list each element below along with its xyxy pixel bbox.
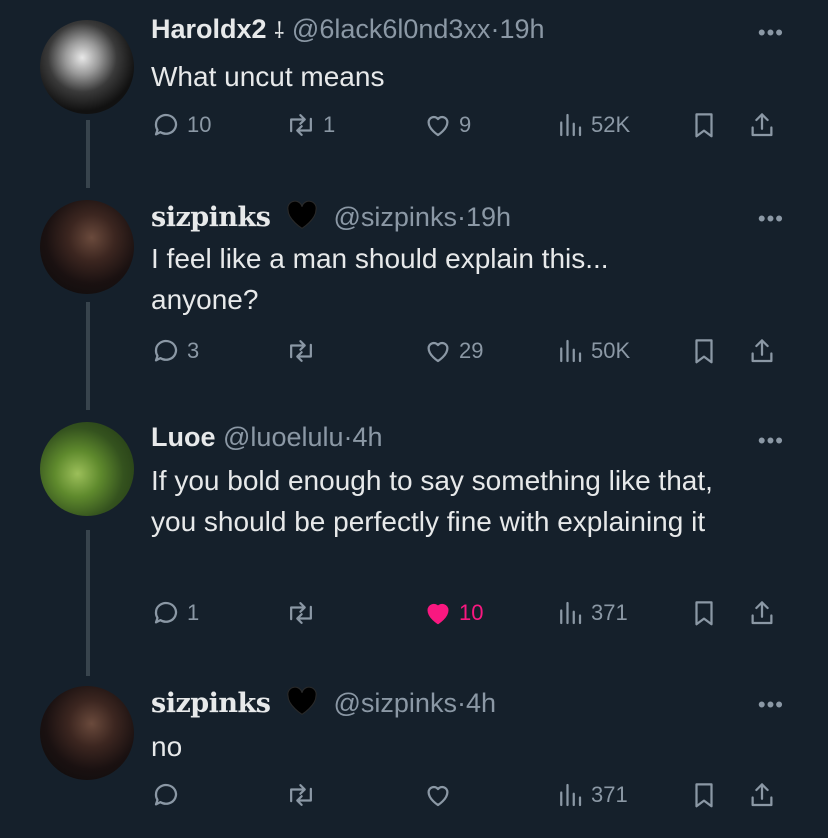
- views-icon: [560, 113, 582, 137]
- black-heart-icon: [287, 686, 317, 715]
- tweet-header: sizpinks @sizpinks·4h: [151, 686, 496, 719]
- views-count: 371: [591, 600, 628, 625]
- heart-icon: [427, 341, 449, 363]
- retweet-button[interactable]: 1: [285, 110, 335, 140]
- more-icon[interactable]: •••: [758, 20, 784, 46]
- timestamp[interactable]: 4h: [353, 422, 383, 452]
- share-icon: [751, 601, 773, 625]
- avatar[interactable]: [40, 20, 134, 114]
- tweet-text: What uncut means: [151, 61, 385, 92]
- display-name[interactable]: sizpinks: [151, 202, 271, 233]
- avatar[interactable]: [40, 422, 134, 516]
- retweet-button[interactable]: [285, 598, 317, 628]
- reply-count: 3: [187, 338, 200, 363]
- tweet-header: Luoe @luoelulu·4h: [151, 422, 383, 452]
- tweet-header: sizpinks @sizpinks·19h: [151, 200, 512, 233]
- tweet[interactable]: Haroldx2 ⸸ @6lack6l0nd3xx·19h ••• What u…: [0, 0, 828, 180]
- bookmark-button[interactable]: [689, 336, 719, 366]
- avatar[interactable]: [40, 686, 134, 780]
- views-icon: [560, 601, 582, 625]
- views-button[interactable]: 371: [555, 598, 628, 628]
- like-button[interactable]: 10: [423, 598, 483, 628]
- share-icon: [751, 113, 773, 137]
- timestamp[interactable]: 19h: [499, 14, 544, 44]
- display-name[interactable]: Haroldx2: [151, 14, 267, 44]
- user-handle[interactable]: @luoelulu: [223, 422, 344, 452]
- tweet-text: I feel like a man should explain this...…: [151, 243, 609, 315]
- like-button[interactable]: [423, 780, 453, 810]
- timestamp[interactable]: 4h: [466, 688, 496, 718]
- like-count: 9: [459, 112, 472, 137]
- like-count: 29: [459, 338, 484, 363]
- bookmark-icon: [695, 113, 713, 138]
- heart-icon: [427, 603, 449, 625]
- user-handle[interactable]: @sizpinks: [334, 688, 457, 718]
- display-name[interactable]: sizpinks: [151, 688, 271, 719]
- user-handle[interactable]: @sizpinks: [334, 202, 457, 232]
- reply-button[interactable]: 1: [151, 598, 199, 628]
- views-button[interactable]: 50K: [555, 336, 630, 366]
- bookmark-button[interactable]: [689, 780, 719, 810]
- tweet-text: no: [151, 731, 183, 762]
- retweet-button[interactable]: [285, 336, 317, 366]
- retweet-icon: [290, 114, 312, 136]
- views-count: 371: [591, 782, 628, 807]
- reply-count: 1: [187, 600, 200, 625]
- avatar[interactable]: [40, 200, 134, 294]
- bookmark-button[interactable]: [689, 110, 719, 140]
- action-bar: 1 10 371: [151, 598, 791, 638]
- like-count: 10: [459, 600, 484, 625]
- bookmark-button[interactable]: [689, 598, 719, 628]
- views-button[interactable]: 371: [555, 780, 628, 810]
- display-name[interactable]: Luoe: [151, 422, 216, 452]
- dagger-icon: ⸸: [274, 18, 285, 43]
- share-icon: [751, 783, 773, 807]
- tweet[interactable]: sizpinks @sizpinks·4h ••• no 371: [0, 672, 828, 838]
- bookmark-icon: [695, 601, 713, 626]
- bookmark-icon: [695, 783, 713, 808]
- reply-icon: [154, 339, 178, 362]
- reply-button[interactable]: 10: [151, 110, 211, 140]
- share-button[interactable]: [747, 110, 777, 140]
- timestamp[interactable]: 19h: [466, 202, 511, 232]
- retweet-count: 1: [323, 112, 336, 137]
- retweet-button[interactable]: [285, 780, 317, 810]
- retweet-icon: [290, 602, 312, 624]
- more-icon[interactable]: •••: [758, 428, 784, 454]
- bookmark-icon: [695, 339, 713, 364]
- retweet-icon: [290, 340, 312, 362]
- more-icon[interactable]: •••: [758, 692, 784, 718]
- share-button[interactable]: [747, 598, 777, 628]
- retweet-icon: [290, 784, 312, 806]
- views-icon: [560, 339, 582, 363]
- like-button[interactable]: 9: [423, 110, 471, 140]
- reply-icon: [154, 113, 178, 136]
- reply-icon: [154, 783, 178, 806]
- heart-icon: [427, 115, 449, 137]
- share-button[interactable]: [747, 780, 777, 810]
- views-icon: [560, 783, 582, 807]
- views-count: 52K: [591, 112, 631, 137]
- reply-button[interactable]: 3: [151, 336, 199, 366]
- tweet[interactable]: sizpinks @sizpinks·19h ••• I feel like a…: [0, 186, 828, 406]
- views-count: 50K: [591, 338, 631, 363]
- action-bar: 371: [151, 780, 791, 820]
- action-bar: 3 29 50K: [151, 336, 791, 376]
- share-button[interactable]: [747, 336, 777, 366]
- black-heart-icon: [287, 200, 317, 229]
- more-icon[interactable]: •••: [758, 206, 784, 232]
- like-button[interactable]: 29: [423, 336, 483, 366]
- views-button[interactable]: 52K: [555, 110, 630, 140]
- heart-icon: [427, 785, 449, 807]
- user-handle[interactable]: @6lack6l0nd3xx: [292, 14, 491, 44]
- reply-button[interactable]: [151, 780, 181, 810]
- action-bar: 10 1 9 52K: [151, 110, 791, 150]
- tweet-header: Haroldx2 ⸸ @6lack6l0nd3xx·19h: [151, 14, 545, 44]
- tweet[interactable]: Luoe @luoelulu·4h ••• If you bold enough…: [0, 408, 828, 678]
- reply-count: 10: [187, 112, 212, 137]
- share-icon: [751, 339, 773, 363]
- tweet-text: If you bold enough to say something like…: [151, 465, 713, 537]
- reply-icon: [154, 601, 178, 624]
